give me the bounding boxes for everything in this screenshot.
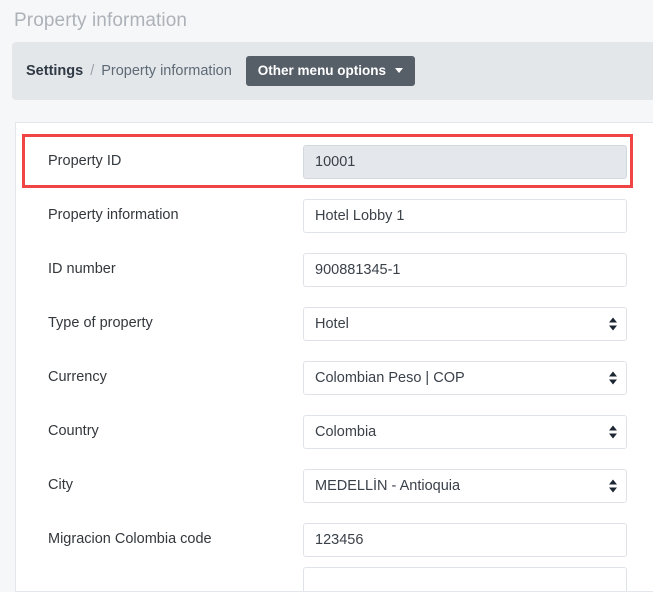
field-input[interactable]	[303, 567, 627, 591]
field-label: City	[48, 477, 73, 494]
chevron-down-icon	[395, 68, 404, 73]
field-select[interactable]: Hotel	[303, 307, 627, 341]
select-wrapper: MEDELLÍN - Antioquia	[303, 469, 627, 503]
field-control	[303, 145, 627, 179]
breadcrumb-item-property-information[interactable]: Property information	[101, 64, 232, 79]
field-label: Migracion Colombia code	[48, 531, 212, 548]
field-control: Colombia	[303, 415, 627, 449]
field-input[interactable]	[303, 199, 627, 233]
breadcrumb: Settings / Property information Other me…	[12, 42, 653, 100]
form-row: Property ID	[16, 135, 653, 189]
field-input	[303, 145, 627, 179]
field-input[interactable]	[303, 523, 627, 557]
property-information-card: Property ID Property information ID number…	[15, 122, 653, 592]
other-menu-options-button[interactable]: Other menu options	[245, 55, 416, 87]
form-row: ID number	[16, 243, 653, 297]
breadcrumb-item-settings[interactable]: Settings	[26, 64, 83, 79]
select-wrapper: Hotel	[303, 307, 627, 341]
form-row: Type of property Hotel	[16, 297, 653, 351]
field-control: Colombian Peso | COP	[303, 361, 627, 395]
field-select[interactable]: MEDELLÍN - Antioquia	[303, 469, 627, 503]
field-label: Country	[48, 423, 99, 440]
page-title: Property information	[14, 10, 188, 31]
form-row: Property information	[16, 189, 653, 243]
field-label: Property ID	[48, 153, 122, 170]
form-row: Currency Colombian Peso | COP	[16, 351, 653, 405]
field-label: ID number	[48, 261, 116, 278]
form-row: Country Colombia	[16, 405, 653, 459]
form-row: Migracion Colombia code	[16, 513, 653, 567]
select-wrapper: Colombia	[303, 415, 627, 449]
field-control	[303, 253, 627, 287]
field-select[interactable]: Colombian Peso | COP	[303, 361, 627, 395]
field-control	[303, 567, 627, 591]
field-input[interactable]	[303, 253, 627, 287]
form-row	[16, 567, 653, 591]
field-control: MEDELLÍN - Antioquia	[303, 469, 627, 503]
property-information-form: Property ID Property information ID number…	[16, 123, 653, 591]
field-control	[303, 523, 627, 557]
field-control: Hotel	[303, 307, 627, 341]
field-select[interactable]: Colombia	[303, 415, 627, 449]
select-wrapper: Colombian Peso | COP	[303, 361, 627, 395]
form-row: City MEDELLÍN - Antioquia	[16, 459, 653, 513]
breadcrumb-separator: /	[90, 62, 95, 79]
field-label: Type of property	[48, 315, 153, 332]
field-label: Property information	[48, 207, 179, 224]
field-control	[303, 199, 627, 233]
other-menu-options-label: Other menu options	[257, 62, 387, 78]
field-label: Currency	[48, 369, 107, 386]
